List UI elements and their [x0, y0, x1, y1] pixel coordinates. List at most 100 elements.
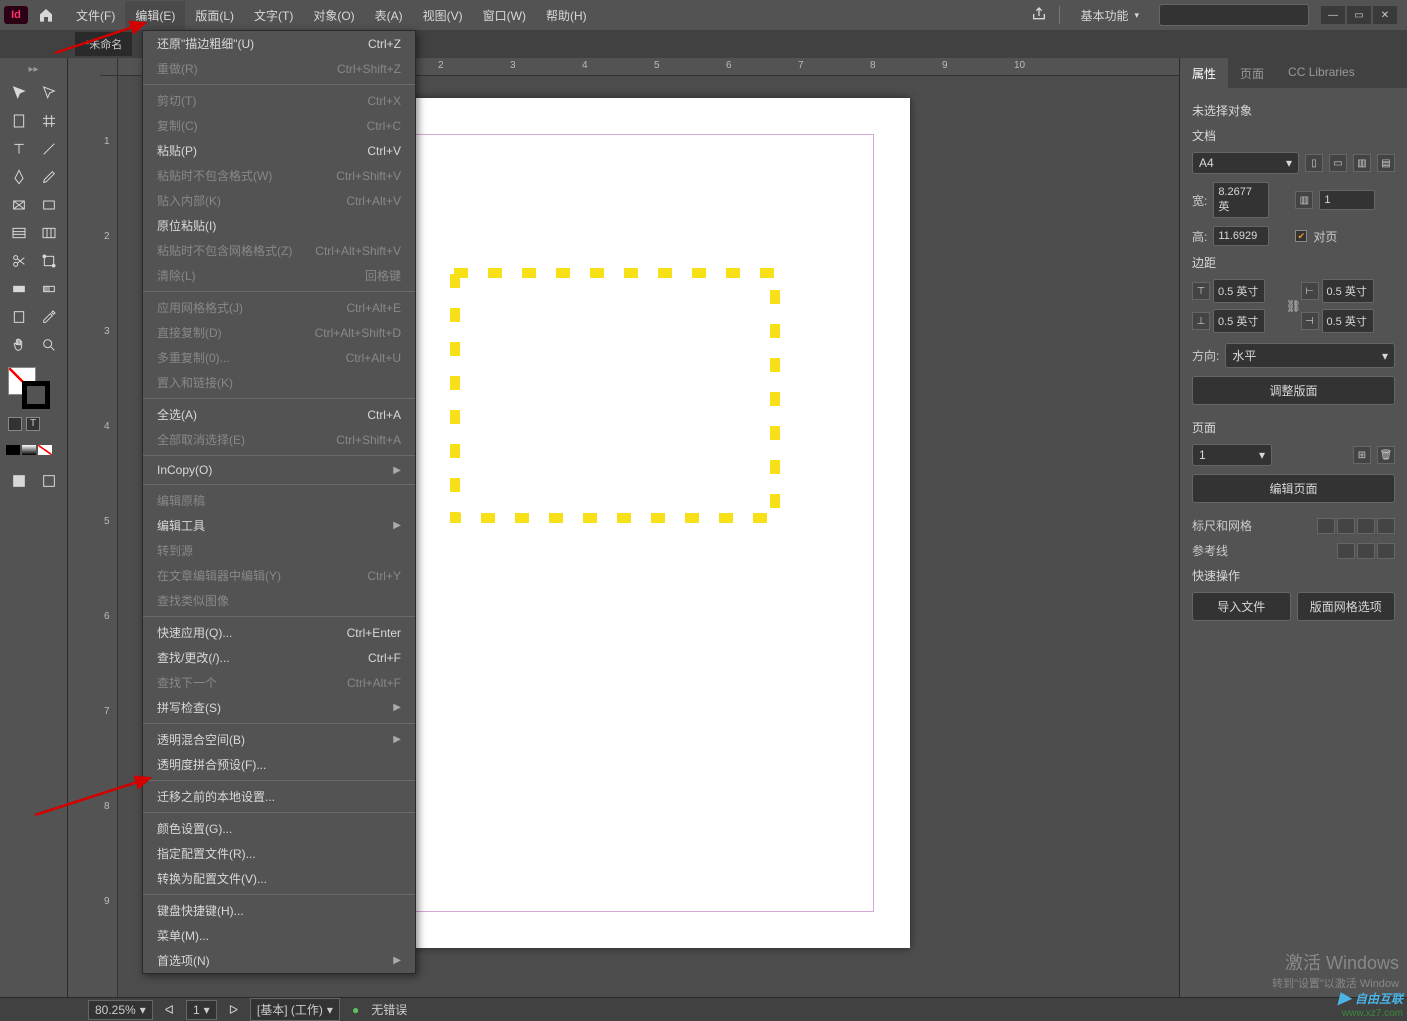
menu-item[interactable]: 编辑工具▶	[143, 513, 415, 538]
apply-color-icon[interactable]	[6, 445, 20, 455]
guide-option-1-icon[interactable]	[1337, 543, 1355, 559]
margin-left-input[interactable]: 0.5 英寸	[1322, 279, 1374, 303]
layer-info[interactable]: [基本] (工作)▾	[250, 998, 340, 1021]
menu-item[interactable]: 快速应用(Q)...Ctrl+Enter	[143, 620, 415, 645]
facing-pages-checkbox[interactable]: ✔	[1295, 230, 1307, 242]
menu-文字[interactable]: 文字(T)	[244, 1, 303, 30]
pen-tool[interactable]	[8, 166, 30, 188]
menu-item[interactable]: 转换为配置文件(V)...	[143, 866, 415, 891]
page-nav-next-icon[interactable]: ᐅ	[229, 1003, 238, 1017]
rectangle-frame-tool[interactable]	[8, 194, 30, 216]
guide-option-3-icon[interactable]	[1377, 543, 1395, 559]
home-icon[interactable]	[36, 5, 56, 25]
maximize-button[interactable]: ▭	[1347, 6, 1371, 24]
link-margins-icon[interactable]: ⛓	[1287, 296, 1301, 316]
menu-item[interactable]: 查找/更改(/)...Ctrl+F	[143, 645, 415, 670]
normal-view-icon[interactable]	[8, 470, 30, 492]
page-preset-select[interactable]: A4▾	[1192, 152, 1299, 174]
margin-right-input[interactable]: 0.5 英寸	[1322, 309, 1374, 333]
direct-selection-tool[interactable]	[38, 82, 60, 104]
columns-input[interactable]: 1	[1319, 190, 1375, 210]
menu-item[interactable]: 原位粘贴(I)	[143, 213, 415, 238]
menu-帮助[interactable]: 帮助(H)	[536, 1, 597, 30]
menu-item[interactable]: 菜单(M)...	[143, 923, 415, 948]
preview-view-icon[interactable]	[38, 470, 60, 492]
new-page-icon[interactable]: ⊞	[1353, 446, 1371, 464]
minimize-button[interactable]: —	[1321, 6, 1345, 24]
apply-gradient-icon[interactable]	[22, 445, 36, 455]
grid-option-3-icon[interactable]	[1357, 518, 1375, 534]
panel-tab[interactable]: CC Libraries	[1276, 58, 1367, 88]
formatting-container-icon[interactable]	[8, 417, 22, 431]
page-nav-select[interactable]: 1▾	[186, 1000, 217, 1020]
search-input[interactable]	[1159, 4, 1309, 26]
zoom-tool[interactable]	[38, 334, 60, 356]
width-input[interactable]: 8.2677 英	[1213, 182, 1269, 218]
scissors-tool[interactable]	[8, 250, 30, 272]
workspace-selector[interactable]: 基本功能 ▾	[1072, 3, 1147, 28]
menu-item[interactable]: 迁移之前的本地设置...	[143, 784, 415, 809]
delete-page-icon[interactable]: 🗑	[1377, 446, 1395, 464]
apply-none-icon[interactable]	[38, 445, 52, 455]
grid-option-1-icon[interactable]	[1317, 518, 1335, 534]
binding-rtl-icon[interactable]: ▤	[1377, 154, 1395, 172]
orientation-select[interactable]: 水平▾	[1225, 343, 1395, 368]
grid-option-4-icon[interactable]	[1377, 518, 1395, 534]
guide-option-2-icon[interactable]	[1357, 543, 1375, 559]
menu-item[interactable]: 键盘快捷键(H)...	[143, 898, 415, 923]
menu-item[interactable]: InCopy(O)▶	[143, 459, 415, 481]
gap-tool[interactable]	[38, 110, 60, 132]
line-tool[interactable]	[38, 138, 60, 160]
zoom-select[interactable]: 80.25%▾	[88, 1000, 153, 1020]
gradient-feather-tool[interactable]	[38, 278, 60, 300]
page-number-select[interactable]: 1▾	[1192, 444, 1272, 466]
free-transform-tool[interactable]	[38, 250, 60, 272]
formatting-text-icon[interactable]: T	[26, 417, 40, 431]
close-button[interactable]: ✕	[1373, 6, 1397, 24]
grid-option-2-icon[interactable]	[1337, 518, 1355, 534]
import-file-button[interactable]: 导入文件	[1192, 592, 1291, 621]
menu-item[interactable]: 首选项(N)▶	[143, 948, 415, 973]
menu-item[interactable]: 透明混合空间(B)▶	[143, 727, 415, 752]
layout-grid-options-button[interactable]: 版面网格选项	[1297, 592, 1396, 621]
adjust-layout-button[interactable]: 调整版面	[1192, 376, 1395, 405]
gradient-swatch-tool[interactable]	[8, 278, 30, 300]
menu-item[interactable]: 还原"描边粗细"(U)Ctrl+Z	[143, 31, 415, 56]
binding-ltr-icon[interactable]: ▥	[1353, 154, 1371, 172]
menu-item[interactable]: 拼写检查(S)▶	[143, 695, 415, 720]
note-tool[interactable]	[8, 306, 30, 328]
pencil-tool[interactable]	[38, 166, 60, 188]
menu-编辑[interactable]: 编辑(E)	[125, 1, 185, 30]
menu-item[interactable]: 透明度拼合预设(F)...	[143, 752, 415, 777]
menu-窗口[interactable]: 窗口(W)	[473, 1, 536, 30]
panel-tab[interactable]: 属性	[1180, 58, 1228, 88]
menu-表[interactable]: 表(A)	[365, 1, 413, 30]
portrait-icon[interactable]: ▯	[1305, 154, 1323, 172]
margin-bottom-input[interactable]: 0.5 英寸	[1213, 309, 1265, 333]
menu-item[interactable]: 粘贴(P)Ctrl+V	[143, 138, 415, 163]
panel-tab[interactable]: 页面	[1228, 58, 1276, 88]
rectangle-tool[interactable]	[38, 194, 60, 216]
height-input[interactable]: 11.6929	[1213, 226, 1269, 246]
menu-视图[interactable]: 视图(V)	[413, 1, 473, 30]
margin-top-input[interactable]: 0.5 英寸	[1213, 279, 1265, 303]
page-nav-prev-icon[interactable]: ᐊ	[165, 1003, 174, 1017]
menu-item[interactable]: 颜色设置(G)...	[143, 816, 415, 841]
menu-文件[interactable]: 文件(F)	[66, 1, 125, 30]
type-tool[interactable]	[8, 138, 30, 160]
page-tool[interactable]	[8, 110, 30, 132]
edit-pages-button[interactable]: 编辑页面	[1192, 474, 1395, 503]
document-tab[interactable]: *未命名	[75, 32, 132, 56]
dashed-rectangle-object[interactable]	[450, 268, 780, 523]
share-icon[interactable]	[1031, 6, 1047, 25]
selection-tool[interactable]	[8, 82, 30, 104]
menu-版面[interactable]: 版面(L)	[185, 1, 244, 30]
hand-tool[interactable]	[8, 334, 30, 356]
ruler-origin[interactable]	[100, 58, 118, 76]
eyedropper-tool[interactable]	[38, 306, 60, 328]
horizontal-grid-tool[interactable]	[8, 222, 30, 244]
vertical-grid-tool[interactable]	[38, 222, 60, 244]
landscape-icon[interactable]: ▭	[1329, 154, 1347, 172]
menu-item[interactable]: 全选(A)Ctrl+A	[143, 402, 415, 427]
vertical-ruler[interactable]: 123456789	[100, 76, 118, 997]
